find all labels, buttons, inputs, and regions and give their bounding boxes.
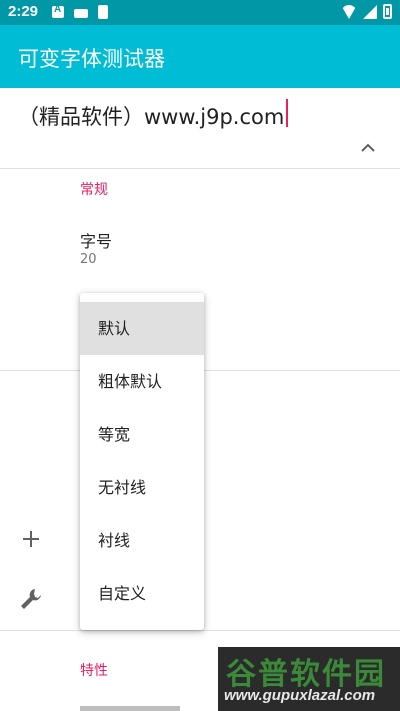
signal-icon <box>363 4 377 19</box>
list-item-partial <box>80 706 180 711</box>
app-bar: 可变字体测试器 <box>0 25 400 88</box>
dropdown-item-default[interactable]: 默认 <box>80 302 204 355</box>
divider <box>0 630 400 631</box>
keyboard-icon <box>74 8 88 18</box>
divider <box>0 168 400 169</box>
section-label-features: 特性 <box>80 663 108 679</box>
status-bar: 2:29 <box>0 0 400 25</box>
chevron-up-icon <box>361 143 375 152</box>
font-size-title[interactable]: 字号 <box>80 228 112 252</box>
dropdown-item-custom[interactable]: 自定义 <box>80 567 204 620</box>
font-size-value: 20 <box>80 252 97 267</box>
text-cursor <box>286 99 288 127</box>
a-icon <box>52 4 64 18</box>
wrench-icon[interactable] <box>18 586 44 612</box>
status-icons-right <box>341 4 392 19</box>
app-title: 可变字体测试器 <box>18 47 165 71</box>
preview-text-field[interactable]: （精品软件）www.j9p.com <box>18 101 284 131</box>
dropdown-item-bold-default[interactable]: 粗体默认 <box>80 355 204 408</box>
dropdown-item-serif[interactable]: 衬线 <box>80 514 204 567</box>
wifi-icon <box>341 4 357 19</box>
battery-icon <box>383 4 392 19</box>
font-family-dropdown[interactable]: 默认 粗体默认 等宽 无衬线 衬线 自定义 <box>80 293 204 630</box>
watermark-url: www.gupuxlazal.com <box>224 687 376 704</box>
dropdown-item-sans-serif[interactable]: 无衬线 <box>80 461 204 514</box>
collapse-button[interactable] <box>354 136 382 160</box>
status-time: 2:29 <box>8 3 39 20</box>
status-icons-left <box>52 4 108 19</box>
dropdown-item-monospace[interactable]: 等宽 <box>80 408 204 461</box>
watermark-logo: 谷普软件园 www.gupuxlazal.com <box>218 647 400 711</box>
section-label-general: 常规 <box>80 182 108 198</box>
plus-icon[interactable] <box>18 526 44 552</box>
sd-card-icon <box>98 5 108 19</box>
